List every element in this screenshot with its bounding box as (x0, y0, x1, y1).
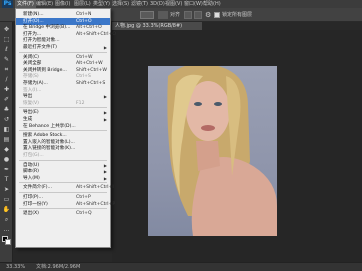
menu-file[interactable]: 文件(F) (15, 0, 36, 8)
photoshop-logo: Ps (2, 0, 13, 8)
submenu-arrow-icon: ▶ (103, 175, 107, 181)
file-menu-item[interactable]: 恢复(V) F12 (16, 100, 110, 107)
path-select-tool-icon[interactable]: ➤ (2, 186, 11, 194)
lock-layers-checkbox[interactable] (214, 12, 220, 18)
lock-layers-label: 锁定所有图层 (222, 12, 253, 18)
zoom-level[interactable]: 33.33% (6, 264, 25, 271)
history-brush-tool-icon[interactable]: ↺ (2, 116, 11, 124)
hand-tool-icon[interactable]: ✋ (2, 206, 11, 214)
gradient-tool-icon[interactable]: ▤ (2, 136, 11, 144)
status-bar: 33.33% 文档:2.96M/2.96M (0, 262, 362, 271)
menu-item-label: 恢复(V) (23, 100, 39, 106)
align-label: 对齐 (170, 12, 181, 18)
menu-item-label: 导入(M) (23, 175, 40, 181)
menu-separator (19, 107, 107, 109)
menu-item-label: 打包(G)... (23, 153, 44, 158)
document-tab[interactable]: 人物.jpg @ 33.3%(RGB/8#) (112, 22, 202, 30)
options-dropdown-button[interactable] (158, 11, 168, 19)
gear-icon[interactable]: ⚙ (205, 11, 211, 19)
menu-type[interactable]: 类型(Y) (91, 0, 112, 8)
options-toggle-button[interactable] (140, 11, 154, 19)
file-menu-dropdown: 新建(N)... Ctrl+N 打开(O)... Ctrl+O 在 Bridge 中浏览… (15, 8, 116, 248)
file-menu-item[interactable]: 导入(M) ▶ (16, 175, 110, 182)
file-menu-item[interactable]: 打包(G)... (16, 152, 110, 159)
menu-item-label: 退出(X) (23, 211, 39, 217)
menu-help[interactable]: 帮助(H) (201, 0, 223, 8)
menu-separator (19, 51, 107, 53)
quick-select-tool-icon[interactable]: ✎ (2, 56, 11, 64)
menu-item-shortcut: Ctrl+Q (76, 211, 92, 217)
menu-edit[interactable]: 编辑(E) (34, 0, 55, 8)
menu-item-shortcut: Alt+Shift+Ctrl+P (76, 201, 116, 207)
file-menu-item[interactable]: 退出(X) Ctrl+Q (16, 210, 110, 217)
clone-stamp-tool-icon[interactable]: ♣ (2, 106, 11, 114)
submenu-arrow-icon: ▶ (103, 45, 107, 50)
menu-separator (19, 182, 107, 184)
menu-bar: Ps 文件(F) 编辑(E) 图像(I) 图层(L) 类型(Y) 选择(S) 滤… (0, 0, 362, 8)
file-menu-item[interactable]: 最近打开文件(T) ▶ (16, 44, 110, 51)
move-tool-icon[interactable]: ✥ (2, 26, 11, 34)
menu-item-label: 文件简介(F)... (23, 185, 52, 191)
marquee-tool-icon[interactable]: ⬚ (2, 36, 11, 44)
document-info: 文档:2.96M/2.96M (36, 264, 81, 270)
tools-panel: ✥ ⬚ ℓ ✎ ⌗ ∕ ✚ ✐ ♣ ↺ ◧ ▤ ◆ ● ✒ T ➤ ▭ ✋ ⌕ … (0, 22, 13, 262)
menu-item-shortcut: F12 (76, 100, 85, 106)
lasso-tool-icon[interactable]: ℓ (2, 46, 11, 54)
menu-item-label: 最近打开文件(T) (23, 45, 57, 50)
dodge-tool-icon[interactable]: ● (2, 156, 11, 164)
portrait-photo (148, 66, 277, 236)
file-menu-item[interactable]: 打印一份(Y) Alt+Shift+Ctrl+P (16, 201, 115, 208)
shape-tool-icon[interactable]: ▭ (2, 196, 11, 204)
eyedropper-tool-icon[interactable]: ∕ (2, 76, 11, 84)
menu-item-shortcut: Alt+Shift+Ctrl+I (76, 185, 114, 191)
menu-item-label: 打印一份(Y) (23, 201, 48, 207)
more-tools-icon[interactable]: … (2, 226, 11, 234)
pen-tool-icon[interactable]: ✒ (2, 166, 11, 174)
crop-tool-icon[interactable]: ⌗ (2, 66, 11, 74)
menu-separator (19, 130, 107, 132)
menu-image[interactable]: 图像(I) (53, 0, 72, 8)
menu-item-label: 在 Behance 上共享(D)... (23, 123, 76, 129)
option-square-button[interactable] (194, 11, 202, 19)
brush-tool-icon[interactable]: ✐ (2, 96, 11, 104)
menu-filter[interactable]: 滤镜(T) (129, 0, 150, 8)
blur-tool-icon[interactable]: ◆ (2, 146, 11, 154)
menu-separator (19, 159, 107, 161)
type-tool-icon[interactable]: T (2, 176, 11, 184)
eraser-tool-icon[interactable]: ◧ (2, 126, 11, 134)
menu-separator (19, 192, 107, 193)
option-square-button[interactable] (184, 11, 192, 19)
menu-separator (19, 208, 107, 210)
menu-layer[interactable]: 图层(L) (72, 0, 93, 8)
background-color-swatch[interactable] (5, 239, 11, 245)
file-menu-item[interactable]: 在 Behance 上共享(D)... (16, 123, 110, 130)
file-menu-item[interactable]: 文件简介(F)... Alt+Shift+Ctrl+I (16, 184, 114, 191)
menu-select[interactable]: 选择(S) (110, 0, 131, 8)
healing-tool-icon[interactable]: ✚ (2, 86, 11, 94)
zoom-tool-icon[interactable]: ⌕ (2, 216, 11, 224)
